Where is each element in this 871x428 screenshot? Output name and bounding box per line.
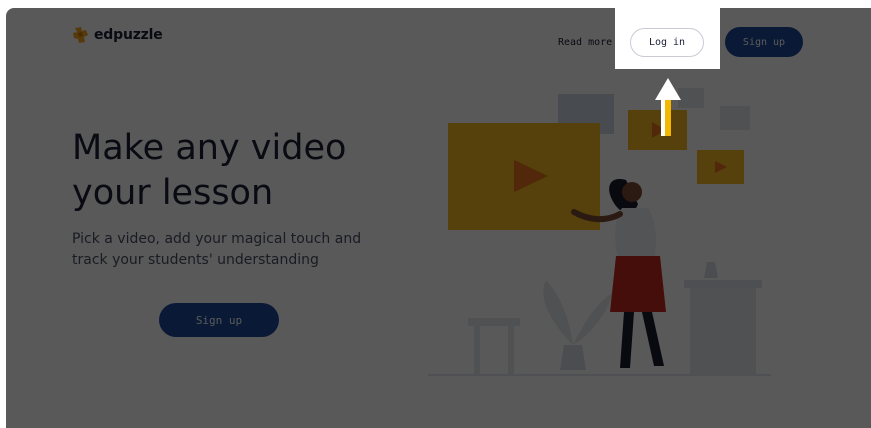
cabinet-top (684, 280, 762, 288)
edpuzzle-logo[interactable]: edpuzzle (72, 26, 163, 44)
hero-subtitle-line-2: track your students' understanding (72, 252, 319, 268)
woman-head (622, 182, 642, 202)
video-card-bg-3 (720, 106, 750, 130)
plant-leaf-2 (573, 292, 614, 345)
edpuzzle-logo-icon (73, 27, 88, 43)
video-card-bg-2 (678, 88, 704, 108)
hero-subtitle: Pick a video, add your magical touch and… (72, 229, 362, 271)
woman-leg-1 (620, 312, 634, 368)
hero-illustration (428, 88, 771, 376)
login-button[interactable]: Log in (630, 28, 704, 57)
plant-leaf-1 (543, 280, 573, 345)
signup-button-hero[interactable]: Sign up (159, 303, 279, 337)
hero-title: Make any video your lesson (72, 126, 412, 216)
up-arrow-icon (655, 78, 681, 136)
plant-pot (560, 345, 586, 370)
woman-skirt (610, 256, 666, 312)
cabinet (690, 285, 756, 375)
stool-top (468, 318, 520, 326)
stool-leg-2 (508, 326, 514, 375)
woman-leg-2 (642, 312, 664, 366)
hero-title-line-1: Make any video (72, 128, 347, 168)
signup-button-nav[interactable]: Sign up (725, 27, 803, 57)
read-more-link[interactable]: Read more (558, 37, 612, 48)
stool-leg-1 (474, 326, 480, 375)
hero-title-line-2: your lesson (72, 173, 274, 213)
cabinet-vase (704, 262, 718, 278)
hero-subtitle-line-1: Pick a video, add your magical touch and (72, 231, 362, 247)
logo-text: edpuzzle (94, 27, 163, 43)
